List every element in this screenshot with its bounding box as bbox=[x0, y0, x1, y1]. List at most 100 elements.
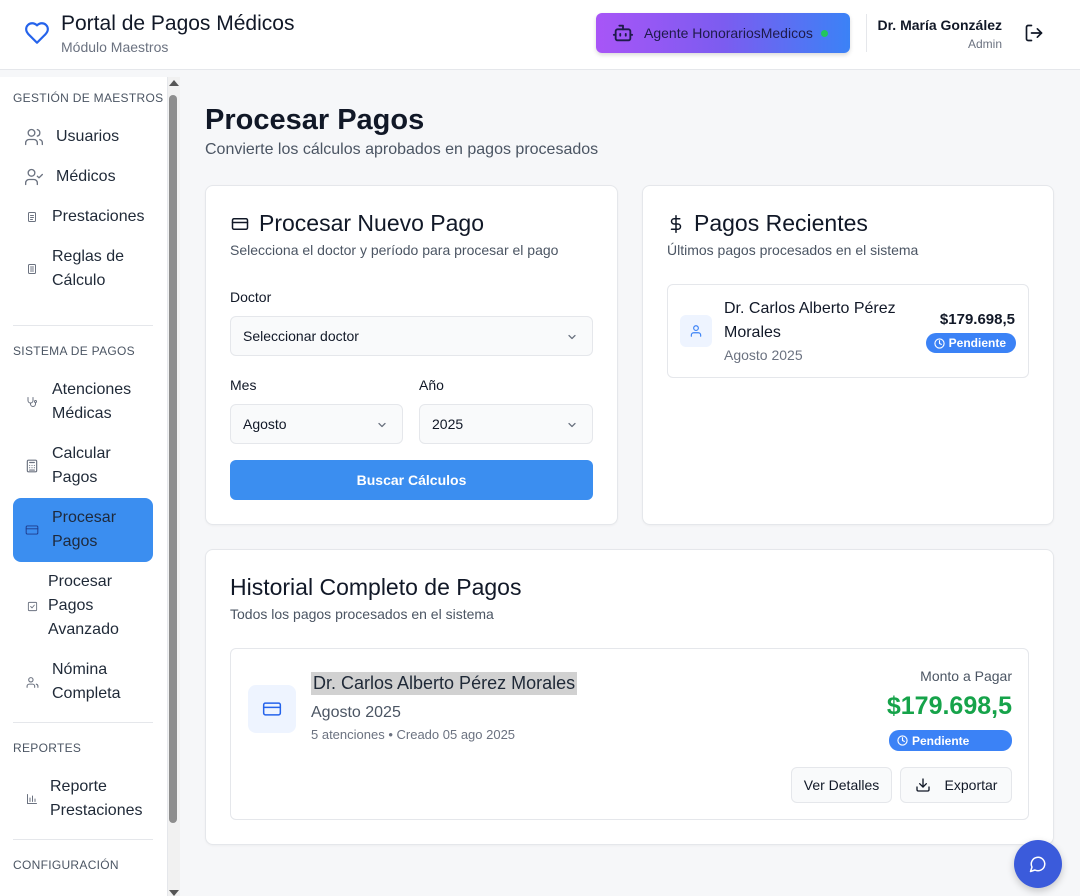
header-divider bbox=[866, 14, 867, 52]
history-doctor-name: Dr. Carlos Alberto Pérez Morales bbox=[311, 672, 578, 695]
status-badge: Pendiente bbox=[889, 730, 1012, 751]
recent-doctor-name: Dr. Carlos Alberto Pérez Morales bbox=[724, 300, 896, 341]
bot-icon bbox=[612, 24, 634, 42]
history-title: Historial Completo de Pagos bbox=[230, 574, 522, 600]
month-select[interactable]: Agosto bbox=[230, 404, 403, 444]
page-title: Procesar Pagos bbox=[205, 104, 425, 136]
view-details-button[interactable]: Ver Detalles bbox=[791, 767, 892, 803]
sidebar-item-procesar-avanzado[interactable]: Procesar Pagos Avanzado bbox=[13, 570, 153, 642]
chevron-down-icon bbox=[568, 334, 576, 340]
user-icon bbox=[680, 315, 712, 347]
credit-card-icon bbox=[231, 217, 249, 230]
new-payment-title: Procesar Nuevo Pago bbox=[230, 210, 484, 237]
status-badge-label: Pendiente bbox=[912, 733, 970, 748]
sidebar-divider bbox=[13, 839, 153, 840]
clock-icon bbox=[897, 735, 908, 746]
stethoscope-icon bbox=[24, 394, 40, 410]
scroll-down-arrow-icon[interactable] bbox=[169, 890, 179, 896]
sidebar-scroll-thumb[interactable] bbox=[169, 95, 177, 823]
user-check-icon bbox=[24, 167, 44, 187]
doctor-select[interactable]: Seleccionar doctor bbox=[230, 316, 593, 356]
sidebar-item-reglas[interactable]: Reglas de Cálculo bbox=[13, 245, 153, 293]
amount-label: Monto a Pagar bbox=[920, 668, 1012, 684]
dollar-sign-icon bbox=[670, 214, 682, 233]
top-header: Portal de Pagos Médicos Módulo Maestros … bbox=[0, 0, 1080, 70]
recent-period: Agosto 2025 bbox=[724, 347, 803, 363]
sidebar-item-calcular[interactable]: Calcular Pagos bbox=[13, 442, 153, 490]
credit-card-icon bbox=[248, 685, 296, 733]
sidebar-item-nomina[interactable]: Nómina Completa bbox=[13, 658, 153, 706]
sidebar-section-maestros: GESTIÓN DE MAESTROS bbox=[13, 91, 164, 105]
sidebar: GESTIÓN DE MAESTROS Usuarios Médicos Pre… bbox=[0, 77, 167, 896]
sidebar-section-reportes: REPORTES bbox=[13, 741, 82, 755]
history-description: Todos los pagos procesados en el sistema bbox=[230, 606, 494, 622]
sidebar-item-label: Calcular Pagos bbox=[52, 445, 111, 486]
new-payment-title-text: Procesar Nuevo Pago bbox=[259, 210, 485, 236]
recent-payment-item[interactable]: Dr. Carlos Alberto Pérez Morales Agosto … bbox=[667, 284, 1029, 378]
status-badge: Pendiente bbox=[925, 333, 1016, 353]
recent-payments-title: Pagos Recientes bbox=[667, 210, 868, 237]
message-circle-icon bbox=[1029, 856, 1046, 873]
sidebar-item-label: Reglas de Cálculo bbox=[52, 248, 125, 289]
sidebar-item-prestaciones[interactable]: Prestaciones bbox=[13, 204, 153, 230]
sidebar-item-label: Procesar Pagos Avanzado bbox=[48, 573, 119, 638]
scroll-up-arrow-icon[interactable] bbox=[169, 80, 179, 86]
clipboard-icon bbox=[24, 209, 40, 225]
search-calculations-button[interactable]: Buscar Cálculos bbox=[230, 460, 593, 500]
year-select-value: 2025 bbox=[432, 416, 464, 432]
history-period: Agosto 2025 bbox=[311, 704, 401, 721]
heart-icon[interactable] bbox=[24, 20, 50, 46]
sidebar-section-pagos: SISTEMA DE PAGOS bbox=[13, 344, 135, 358]
export-button[interactable]: Exportar bbox=[900, 767, 1012, 803]
page-subtitle: Convierte los cálculos aprobados en pago… bbox=[205, 141, 599, 158]
recent-payments-description: Últimos pagos procesados en el sistema bbox=[667, 242, 919, 258]
sidebar-item-reporte-prestaciones[interactable]: Reporte Prestaciones bbox=[13, 775, 153, 823]
calculator-icon bbox=[24, 458, 40, 474]
chevron-down-icon bbox=[378, 422, 386, 428]
online-status-dot bbox=[820, 29, 828, 37]
app-subtitle: Módulo Maestros bbox=[61, 39, 169, 55]
download-icon bbox=[915, 778, 930, 792]
sidebar-section-configuracion: CONFIGURACIÓN bbox=[13, 858, 119, 872]
user-role: Admin bbox=[967, 37, 1002, 51]
users-icon bbox=[24, 674, 40, 690]
history-meta: 5 atenciones • Creado 05 ago 2025 bbox=[311, 727, 516, 742]
credit-card-icon bbox=[24, 522, 40, 538]
recent-amount: $179.698,5 bbox=[939, 311, 1015, 328]
year-label: Año bbox=[419, 377, 444, 393]
check-square-icon bbox=[24, 598, 40, 614]
clock-icon bbox=[933, 337, 945, 349]
sidebar-item-label: Atenciones Médicas bbox=[52, 381, 132, 422]
export-button-label: Exportar bbox=[944, 777, 998, 793]
sidebar-item-medicos[interactable]: Médicos bbox=[13, 163, 153, 191]
chevron-down-icon bbox=[568, 422, 576, 428]
sidebar-item-label: Procesar Pagos bbox=[52, 509, 117, 550]
month-label: Mes bbox=[230, 377, 257, 393]
sidebar-item-label: Nómina Completa bbox=[52, 661, 121, 702]
chat-button[interactable] bbox=[1014, 840, 1062, 888]
agent-label: Agente HonorariosMedicos bbox=[644, 25, 813, 41]
users-icon bbox=[24, 127, 44, 147]
year-select[interactable]: 2025 bbox=[419, 404, 593, 444]
file-text-icon bbox=[24, 261, 40, 277]
history-amount: $179.698,5 bbox=[886, 692, 1012, 720]
sidebar-divider bbox=[13, 722, 153, 723]
sidebar-item-procesar-pagos[interactable]: Procesar Pagos bbox=[13, 498, 153, 562]
sidebar-item-label: Prestaciones bbox=[52, 208, 145, 225]
recent-payments-title-text: Pagos Recientes bbox=[694, 210, 868, 236]
history-payment-item: Dr. Carlos Alberto Pérez Morales Agosto … bbox=[230, 648, 1029, 820]
sidebar-item-label: Usuarios bbox=[56, 128, 120, 145]
sidebar-item-label: Médicos bbox=[56, 168, 116, 185]
bar-chart-icon bbox=[24, 791, 40, 807]
sidebar-item-label: Reporte Prestaciones bbox=[50, 778, 143, 819]
status-badge-label: Pendiente bbox=[948, 336, 1006, 350]
user-name: Dr. María González bbox=[877, 17, 1002, 33]
agent-button[interactable]: Agente HonorariosMedicos bbox=[596, 13, 850, 53]
logout-icon[interactable] bbox=[1024, 23, 1044, 43]
doctor-label: Doctor bbox=[230, 289, 272, 305]
new-payment-description: Selecciona el doctor y período para proc… bbox=[230, 242, 559, 258]
sidebar-item-usuarios[interactable]: Usuarios bbox=[13, 123, 153, 151]
doctor-select-value: Seleccionar doctor bbox=[243, 328, 359, 344]
sidebar-item-atenciones[interactable]: Atenciones Médicas bbox=[13, 378, 153, 426]
sidebar-divider bbox=[13, 325, 153, 326]
